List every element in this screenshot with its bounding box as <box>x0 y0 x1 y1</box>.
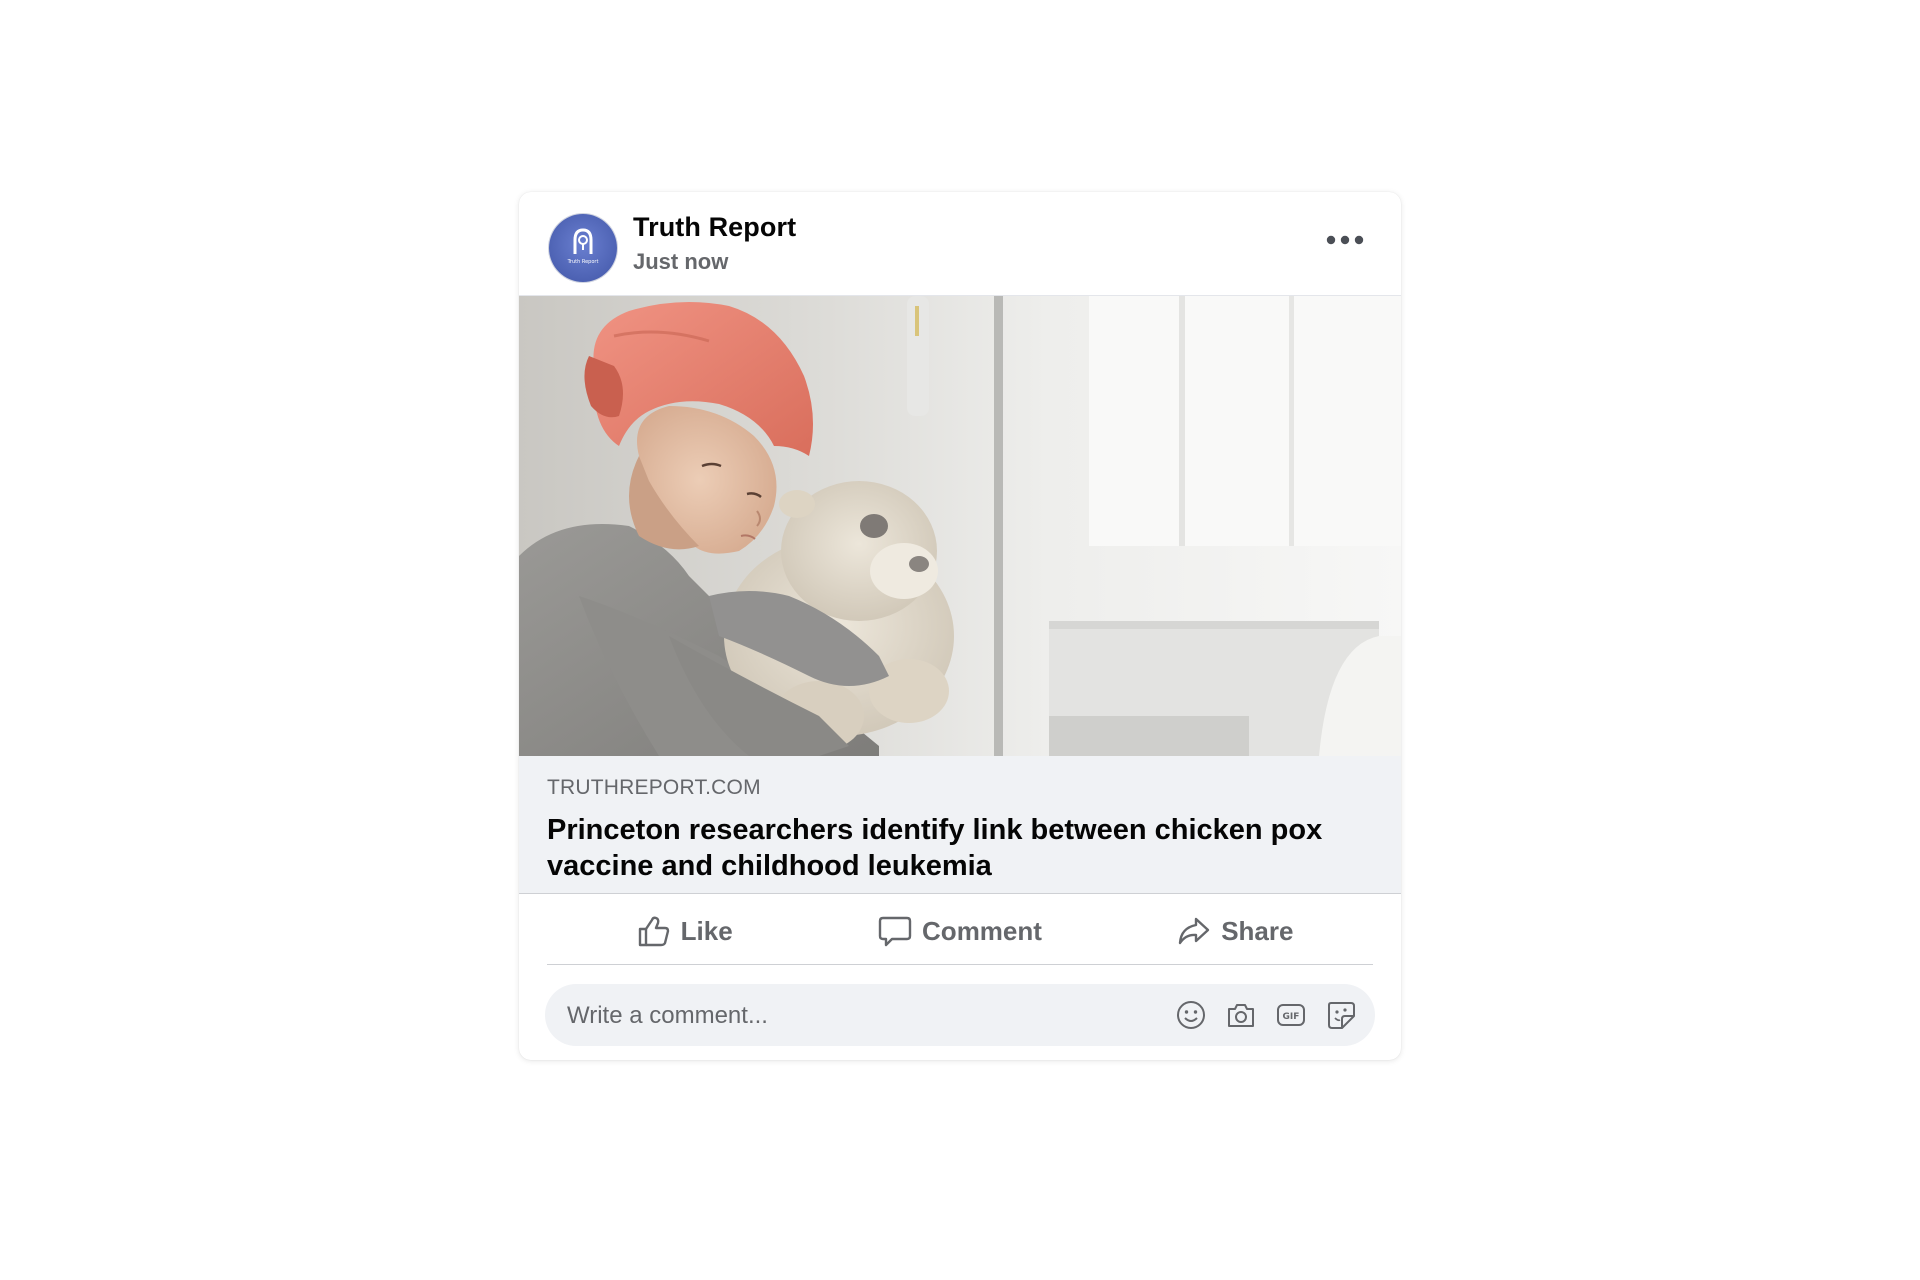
comment-box: GIF <box>545 984 1375 1048</box>
smiley-icon <box>1177 1001 1205 1029</box>
link-preview[interactable]: TRUTHREPORT.COM Princeton researchers id… <box>519 756 1401 894</box>
speech-bubble-icon <box>878 916 912 947</box>
comment-button[interactable]: Comment <box>822 898 1097 964</box>
post-card: Truth Report Truth Report Just now TRUTH… <box>519 192 1401 1060</box>
gif-icon: GIF <box>1277 1004 1305 1026</box>
svg-text:Truth Report: Truth Report <box>567 259 599 265</box>
share-arrow-icon <box>1178 917 1210 945</box>
comment-label: Comment <box>922 915 1042 946</box>
sticker-icon <box>1328 1002 1355 1029</box>
link-headline[interactable]: Princeton researchers identify link betw… <box>547 812 1367 884</box>
comment-tools: GIF <box>1175 999 1357 1031</box>
emoji-button[interactable] <box>1175 999 1207 1031</box>
page-name[interactable]: Truth Report <box>633 212 796 243</box>
thumbs-up-icon <box>638 916 669 947</box>
gif-button[interactable]: GIF <box>1275 999 1307 1031</box>
svg-text:GIF: GIF <box>1283 1012 1300 1022</box>
comment-input[interactable] <box>565 984 1129 1048</box>
more-dots-icon <box>1326 235 1364 245</box>
page-avatar[interactable]: Truth Report <box>549 214 617 282</box>
share-label: Share <box>1221 915 1294 946</box>
article-image[interactable] <box>519 296 1401 756</box>
sticker-button[interactable] <box>1325 999 1357 1031</box>
truth-report-logo-icon: Truth Report <box>567 228 599 265</box>
camera-button[interactable] <box>1225 999 1257 1031</box>
share-button[interactable]: Share <box>1098 898 1373 964</box>
like-label: Like <box>680 915 733 946</box>
post-header: Truth Report Truth Report Just now <box>519 192 1401 296</box>
link-domain: TRUTHREPORT.COM <box>547 776 761 799</box>
child-with-teddy-bear-photo <box>519 296 1401 756</box>
action-bar: Like Comment Share <box>547 898 1373 965</box>
more-options-button[interactable] <box>1323 226 1367 254</box>
like-button[interactable]: Like <box>547 898 822 964</box>
post-timestamp[interactable]: Just now <box>633 249 728 275</box>
camera-icon <box>1228 1004 1254 1027</box>
